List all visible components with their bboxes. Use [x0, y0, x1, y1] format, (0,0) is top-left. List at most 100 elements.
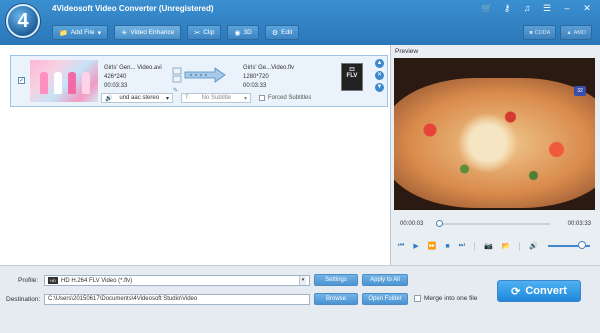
add-file-icon: 📁	[59, 29, 68, 37]
edit-button[interactable]: ⚙ Edit	[264, 25, 300, 40]
source-duration: 00:03:33	[104, 83, 128, 89]
source-info: Girls' Gen... Video.avi 426*240 00:03:33	[104, 64, 162, 91]
3d-label: 3D	[243, 29, 252, 36]
file-checkbox[interactable]: ✓	[18, 77, 25, 84]
window-controls: 🛒 ⚷ ♫ ☰ – ✕	[480, 2, 594, 14]
title-bar: 4 4Videosoft Video Converter (Unregister…	[0, 0, 600, 45]
profile-select[interactable]: HD HD H.264 FLV Video (*.flv) ▾	[44, 275, 310, 286]
convert-arrow-icon	[172, 67, 226, 83]
settings-button[interactable]: Settings	[314, 274, 358, 286]
output-settings-panel: Profile: HD HD H.264 FLV Video (*.flv) ▾…	[0, 265, 600, 333]
nvidia-icon: ■	[529, 29, 533, 36]
output-format-icon[interactable]: 🎞 FLV	[341, 63, 363, 91]
controls-divider	[519, 241, 521, 251]
chevron-down-icon: ▾	[165, 95, 169, 102]
app-logo: 4	[6, 4, 40, 38]
convert-button[interactable]: ⟳ Convert	[497, 280, 581, 302]
hd-format-icon: HD	[48, 277, 58, 284]
amd-icon: ▲	[566, 29, 572, 36]
menu-icon[interactable]: ☰	[540, 2, 554, 14]
merge-option[interactable]: Merge into one file	[414, 295, 477, 302]
output-filename: Girls' Ge...Video.flv	[243, 65, 295, 71]
preview-label: Preview	[395, 48, 419, 55]
thumb-figure	[82, 72, 90, 94]
chevron-down-icon[interactable]: ▾	[98, 29, 102, 37]
speaker-icon: 🔊	[105, 95, 113, 102]
playback-controls: ⏮ ▶ ⏩ ■ ⏭ 📷 📂 🔊	[398, 240, 593, 252]
audio-icon[interactable]: ♫	[520, 2, 534, 14]
close-icon[interactable]: ✕	[580, 2, 594, 14]
cart-icon[interactable]: 🛒	[480, 2, 494, 14]
preview-timeline: 00:00:03 00:03:33	[394, 216, 595, 232]
thumb-figure	[68, 72, 76, 94]
audio-track-select[interactable]: 🔊 und aac stereo ▾	[101, 93, 173, 103]
stop-icon[interactable]: ■	[445, 243, 449, 250]
output-resolution: 1280*720	[243, 74, 269, 80]
controls-divider	[473, 241, 475, 251]
preview-video: 32	[394, 58, 595, 210]
seek-track[interactable]	[436, 223, 550, 225]
open-folder-button[interactable]: Open Folder	[362, 293, 408, 305]
forced-subtitles-checkbox[interactable]	[259, 95, 265, 101]
cuda-label: CUDA	[534, 29, 551, 36]
apply-to-all-button[interactable]: Apply to All	[362, 274, 408, 286]
chevron-down-icon[interactable]: ▾	[299, 276, 306, 285]
main-toolbar: 📁 Add File ▾ ☀ Video Enhance ✂ Clip ◉ 3D…	[52, 25, 300, 40]
amd-label: AMD	[573, 29, 586, 36]
file-row[interactable]: ✓ Girls' Gen... Video.avi 426*240 00:03:…	[10, 55, 388, 107]
amd-badge: ▲ AMD	[560, 25, 592, 40]
preview-frame	[394, 78, 595, 208]
row-side-controls: ▲ ✕ ▼	[375, 59, 385, 92]
chevron-down-icon: ▾	[243, 95, 247, 102]
key-icon[interactable]: ⚷	[500, 2, 514, 14]
clip-button[interactable]: ✂ Clip	[187, 25, 222, 40]
file-list: ✓ Girls' Gen... Video.avi 426*240 00:03:…	[0, 45, 391, 265]
convert-label: Convert	[525, 285, 567, 297]
destination-input[interactable]: C:\Users\20150617\Documents\4Videosoft S…	[44, 294, 310, 305]
forced-subtitles-option[interactable]: Forced Subtitles	[259, 95, 311, 101]
merge-checkbox[interactable]	[414, 295, 421, 302]
close-row-icon[interactable]: ✕	[375, 71, 384, 80]
convert-refresh-icon: ⟳	[511, 285, 521, 298]
thumb-figure	[40, 72, 48, 94]
play-icon[interactable]: ▶	[413, 242, 418, 250]
volume-handle[interactable]	[577, 241, 586, 249]
move-up-icon[interactable]: ▲	[375, 59, 384, 68]
subtitle-select[interactable]: T No Subtitle ▾	[181, 93, 251, 103]
skip-end-icon[interactable]: ⏭	[459, 242, 465, 250]
clip-label: Clip	[203, 29, 215, 36]
source-filename: Girls' Gen... Video.avi	[104, 65, 162, 71]
snapshot-icon[interactable]: 📷	[484, 242, 493, 250]
acceleration-badges: ■ CUDA ▲ AMD	[523, 25, 592, 40]
destination-label: Destination:	[6, 296, 41, 303]
video-enhance-button[interactable]: ☀ Video Enhance	[114, 25, 182, 40]
video-thumbnail	[30, 60, 98, 102]
video-badge: 32	[574, 86, 586, 96]
browse-button[interactable]: Browse	[314, 293, 358, 305]
add-file-button[interactable]: 📁 Add File ▾	[52, 25, 109, 40]
edit-icon: ⚙	[271, 29, 279, 37]
audio-track-value: und aac stereo	[119, 95, 160, 101]
minimize-icon[interactable]: –	[560, 2, 574, 14]
folder-icon[interactable]: 📂	[502, 242, 511, 250]
profile-value: HD H.264 FLV Video (*.flv)	[61, 277, 133, 284]
track-options: 🔊 und aac stereo ▾ T No Subtitle ▾ Force…	[101, 93, 311, 103]
enhance-icon: ☀	[121, 29, 128, 37]
cuda-badge: ■ CUDA	[523, 25, 557, 40]
3d-glasses-icon: ◉	[234, 29, 241, 37]
move-down-icon[interactable]: ▼	[375, 83, 384, 92]
seek-handle[interactable]	[436, 220, 444, 227]
add-file-label: Add File	[70, 29, 95, 36]
subtitle-value: No Subtitle	[201, 95, 231, 101]
window-title: 4Videosoft Video Converter (Unregistered…	[52, 4, 214, 13]
skip-start-icon[interactable]: ⏮	[398, 242, 404, 250]
thumb-figure	[54, 72, 62, 94]
video-enhance-label: Video Enhance	[130, 29, 175, 36]
fast-forward-icon[interactable]: ⏩	[428, 242, 437, 250]
3d-button[interactable]: ◉ 3D	[227, 25, 259, 40]
merge-label: Merge into one file	[424, 295, 478, 302]
forced-subtitles-label: Forced Subtitles	[268, 95, 312, 101]
output-duration: 00:03:33	[243, 83, 267, 89]
volume-icon[interactable]: 🔊	[529, 242, 538, 250]
scissors-icon: ✂	[194, 29, 201, 37]
